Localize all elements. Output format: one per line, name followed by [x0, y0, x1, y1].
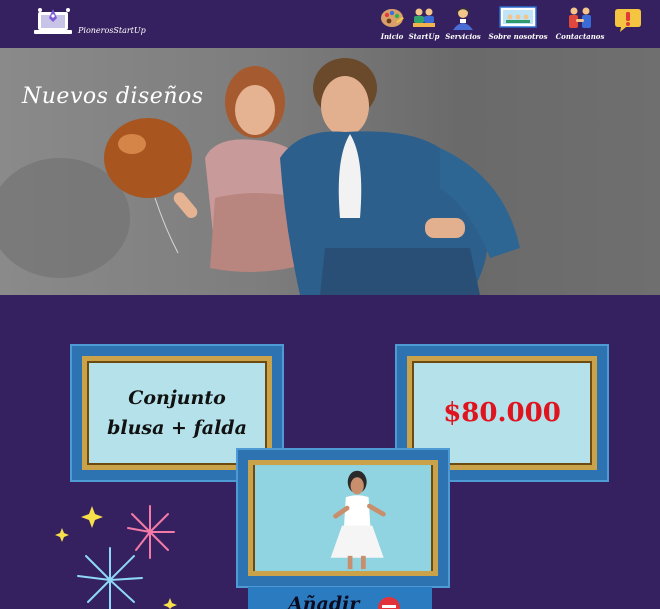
site-header: PionerosStartUp Inicio StartUp Servicios — [0, 0, 660, 48]
product-name: Conjunto blusa + falda — [107, 387, 247, 439]
add-to-cart-label: Añadir — [288, 593, 360, 609]
support-person-icon — [453, 7, 473, 30]
team-icon — [413, 8, 435, 27]
nav-label-contactanos: Contactanos — [555, 32, 605, 41]
handshake-icon — [569, 7, 591, 28]
nav-item-sobre-nosotros[interactable]: Sobre nosotros — [486, 6, 550, 44]
nav-item-servicios[interactable]: Servicios — [442, 6, 484, 44]
meeting-icon — [499, 6, 537, 28]
add-to-cart-button[interactable]: Añadir — [248, 587, 432, 609]
brand-name: PionerosStartUp — [78, 26, 146, 35]
cart-icon — [378, 597, 400, 609]
nav-label-servicios: Servicios — [445, 32, 481, 41]
product-image-panel — [255, 465, 431, 571]
nav-label-sobre-nosotros: Sobre nosotros — [488, 32, 548, 41]
palette-icon — [381, 9, 404, 27]
product-photo-model — [255, 465, 431, 571]
hero-title: Nuevos diseños — [22, 84, 204, 109]
brand-logo[interactable]: PionerosStartUp — [32, 4, 152, 42]
product-price: $80.000 — [443, 398, 561, 428]
nav-item-inicio[interactable]: Inicio — [378, 6, 406, 44]
hero-banner: Nuevos diseños — [0, 48, 660, 295]
nav-label-startup: StartUp — [408, 32, 440, 41]
alert-bubble-icon[interactable] — [614, 7, 642, 33]
nav-item-contactanos[interactable]: Contactanos — [552, 6, 608, 44]
product-image-frame — [236, 448, 450, 588]
nav-item-startup[interactable]: StartUp — [407, 6, 441, 44]
nav-label-inicio: Inicio — [380, 32, 404, 41]
fireworks-decoration — [55, 505, 177, 609]
rocket-laptop-icon — [34, 8, 72, 34]
